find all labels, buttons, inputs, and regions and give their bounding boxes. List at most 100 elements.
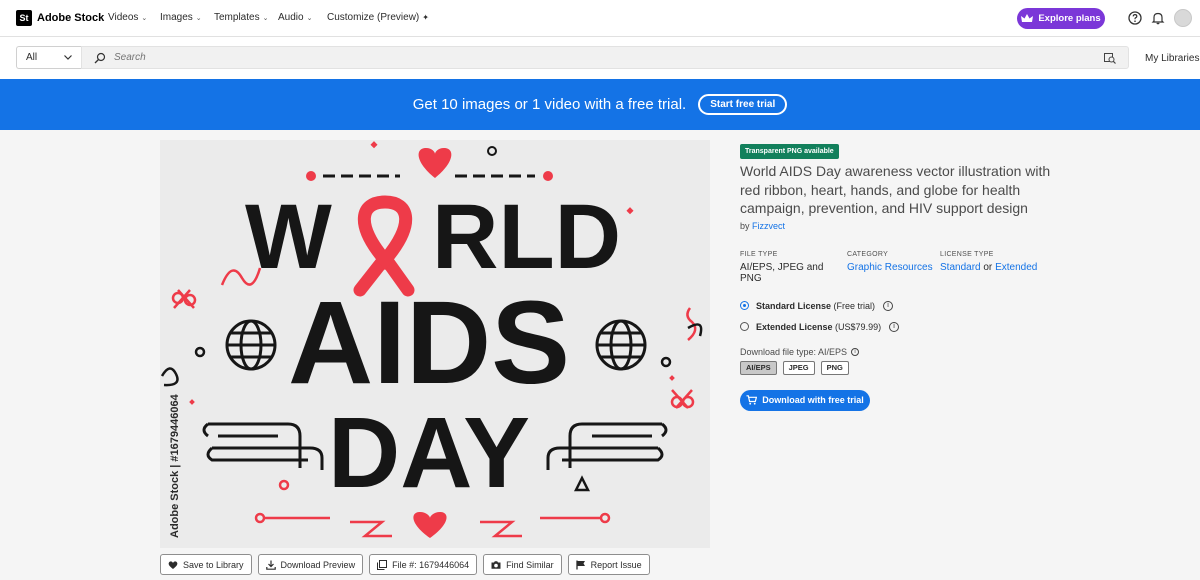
headline-aids: AIDS — [288, 277, 570, 409]
category-link[interactable]: Graphic Resources — [847, 262, 940, 273]
info-icon[interactable]: i — [851, 347, 860, 356]
license-type-column: LICENSE TYPE Standard or Extended — [940, 251, 1037, 284]
license-type-label: LICENSE TYPE — [940, 250, 994, 258]
top-nav: St Adobe Stock Videos ⌄ Images ⌄ Templates… — [0, 0, 1200, 37]
asset-detail: W RLD AIDS DAY Adobe Stock | #1679446064… — [0, 130, 1200, 580]
logo-mark: St — [16, 10, 32, 26]
search-input[interactable] — [114, 52, 1064, 63]
nav-images[interactable]: Images ⌄ — [160, 12, 202, 23]
nav-videos[interactable]: Videos ⌄ — [108, 12, 147, 23]
explore-plans-label: Explore plans — [1038, 13, 1101, 24]
flag-icon — [576, 560, 585, 569]
report-issue-button[interactable]: Report Issue — [567, 554, 650, 575]
headline-world: W RLD — [245, 186, 621, 297]
world-aids-day-illustration: W RLD AIDS DAY Adobe Stock | #1679446064 — [160, 140, 710, 548]
standard-license-option[interactable]: Standard License (Free trial) i — [740, 298, 1070, 314]
extended-license-name: Extended License — [756, 321, 833, 332]
banner-text: Get 10 images or 1 video with a free tri… — [412, 96, 687, 113]
byline-prefix: by — [740, 220, 750, 231]
chevron-down-icon — [64, 55, 72, 60]
file-number-button[interactable]: File #: 1679446064 — [369, 554, 478, 575]
heart-icon — [168, 560, 178, 569]
download-preview-label: Download Preview — [280, 559, 356, 570]
nav-images-label: Images — [160, 12, 193, 23]
find-similar-button[interactable]: Find Similar — [483, 554, 562, 575]
download-preview-button[interactable]: Download Preview — [257, 554, 364, 575]
info-icon[interactable]: i — [889, 321, 900, 332]
extended-license-option[interactable]: Extended License (US$79.99) i — [740, 319, 1070, 335]
transparent-png-badge: Transparent PNG available — [740, 144, 839, 159]
search-icon — [94, 52, 106, 63]
free-trial-banner: Get 10 images or 1 video with a free tri… — [0, 79, 1200, 130]
format-png[interactable]: PNG — [820, 360, 849, 375]
copy-icon — [377, 559, 388, 570]
asset-details: Transparent PNG available World AIDS Day… — [740, 140, 1070, 411]
bell-icon[interactable] — [1151, 11, 1165, 25]
save-to-library-button[interactable]: Save to Library — [160, 554, 252, 575]
headline-day: DAY — [328, 397, 530, 509]
save-to-library-label: Save to Library — [183, 559, 244, 570]
crown-icon — [1021, 14, 1034, 22]
category-select-value: All — [26, 52, 38, 63]
nav-templates-label: Templates — [214, 12, 260, 23]
headline-rld: RLD — [432, 186, 621, 288]
search-row: All My Libraries — [0, 37, 1200, 79]
chevron-down-icon: ⌄ — [306, 14, 313, 22]
preview-actions: Save to Library Download Preview File #:… — [160, 554, 650, 575]
asset-byline: by Fizzvect — [740, 221, 1070, 231]
visual-search-icon[interactable] — [1104, 52, 1116, 64]
explore-plans-button[interactable]: Explore plans — [1017, 8, 1105, 29]
author-link[interactable]: Fizzvect — [752, 221, 785, 231]
nav-customize[interactable]: Customize (Preview) ✦ — [327, 12, 429, 23]
chevron-down-icon: ⌄ — [141, 14, 148, 22]
standard-license-radio[interactable] — [740, 301, 749, 310]
download-file-type-label: Download file type: AI/EPS — [740, 346, 848, 357]
category-select[interactable]: All — [16, 46, 81, 69]
chevron-down-icon: ⌄ — [262, 14, 269, 22]
license-or: or — [983, 261, 993, 273]
sparkle-icon: ✦ — [422, 13, 429, 22]
nav-audio[interactable]: Audio ⌄ — [278, 12, 312, 23]
nav-videos-label: Videos — [108, 12, 139, 23]
standard-license-note: (Free trial) — [833, 300, 876, 311]
help-icon[interactable] — [1128, 11, 1142, 25]
category-label: CATEGORY — [847, 250, 889, 258]
extended-license-note: (US$79.99) — [835, 321, 882, 332]
file-type-column: FILE TYPE AI/EPS, JPEG and PNG — [740, 251, 847, 284]
avatar[interactable] — [1174, 9, 1192, 27]
cart-icon — [746, 395, 758, 405]
standard-license-name: Standard License — [756, 300, 832, 311]
adobe-stock-logo[interactable]: St Adobe Stock — [16, 10, 104, 26]
extended-license-link[interactable]: Extended — [995, 262, 1037, 273]
format-jpeg[interactable]: JPEG — [782, 360, 815, 375]
category-column: CATEGORY Graphic Resources — [847, 251, 940, 284]
nav-audio-label: Audio — [278, 12, 304, 23]
asset-title: World AIDS Day awareness vector illustra… — [740, 163, 1051, 216]
start-free-trial-button[interactable]: Start free trial — [698, 94, 788, 115]
find-similar-label: Find Similar — [506, 559, 554, 570]
headline-aids-text: AIDS — [288, 277, 570, 409]
report-issue-label: Report Issue — [590, 559, 642, 570]
watermark-text: Adobe Stock | #1679446064 — [169, 393, 181, 538]
format-ai-eps[interactable]: AI/EPS — [740, 360, 777, 375]
download-icon — [265, 560, 276, 570]
download-file-type: Download file type: AI/EPS i — [740, 347, 1070, 357]
nav-templates[interactable]: Templates ⌄ — [214, 12, 268, 23]
chevron-down-icon: ⌄ — [195, 14, 202, 22]
file-type-label: FILE TYPE — [740, 250, 778, 258]
license-type-value: Standard or Extended — [940, 262, 1037, 273]
file-type-value: AI/EPS, JPEG and PNG — [740, 261, 824, 284]
search-field — [81, 46, 1129, 69]
format-selector: AI/EPS JPEG PNG — [740, 360, 1070, 375]
info-icon[interactable]: i — [883, 300, 894, 311]
asset-preview-image[interactable]: W RLD AIDS DAY Adobe Stock | #1679446064 — [160, 140, 710, 548]
standard-license-link[interactable]: Standard — [940, 262, 981, 273]
extended-license-radio[interactable] — [740, 322, 749, 331]
asset-meta: FILE TYPE AI/EPS, JPEG and PNG CATEGORY … — [740, 251, 1070, 284]
download-free-trial-button[interactable]: Download with free trial — [740, 389, 870, 411]
nav-customize-label: Customize (Preview) — [327, 12, 420, 23]
camera-icon — [491, 560, 501, 569]
download-free-trial-label: Download with free trial — [762, 395, 864, 405]
headline-day-text: DAY — [328, 397, 530, 509]
my-libraries-link[interactable]: My Libraries — [1145, 53, 1199, 64]
